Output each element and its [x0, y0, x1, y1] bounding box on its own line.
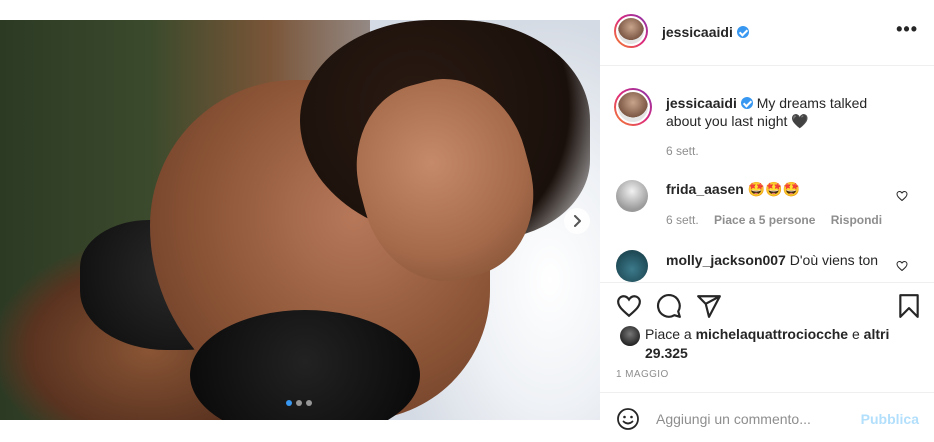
caption-text: jessicaaidi My dreams talked about you l… [666, 94, 906, 130]
action-bar [600, 282, 934, 326]
post-date[interactable]: 1 MAGGIO [616, 369, 669, 380]
add-comment-bar: Pubblica [600, 392, 934, 442]
commenter-avatar[interactable] [616, 180, 648, 212]
comment-text: molly_jackson007 D'où viens ton [666, 251, 906, 269]
comment-likes-count[interactable]: Piace a 5 persone [714, 213, 815, 227]
chevron-right-icon [574, 215, 581, 227]
comment-icon[interactable] [656, 293, 682, 319]
carousel-dot [306, 400, 312, 406]
post-modal: jessicaaidi ••• jessicaaidi My dreams ta… [0, 0, 934, 442]
commenter-avatar[interactable] [616, 250, 648, 282]
author-avatar[interactable] [614, 14, 648, 48]
commenter-username[interactable]: frida_aasen [666, 181, 744, 197]
comment-age[interactable]: 6 sett. [666, 213, 699, 227]
heart-icon[interactable] [616, 293, 642, 319]
carousel-dot [286, 400, 292, 406]
comment-meta: 6 sett. Piace a 5 persone Rispondi [666, 213, 894, 227]
carousel-dot [296, 400, 302, 406]
heart-icon[interactable] [896, 190, 908, 202]
next-photo-button[interactable] [564, 208, 590, 234]
comment-body: 🤩🤩🤩 [747, 181, 801, 197]
bookmark-icon[interactable] [896, 293, 922, 319]
reply-button[interactable]: Rispondi [831, 213, 882, 227]
liker-username[interactable]: michelaquattrociocche [696, 326, 849, 342]
caption-age[interactable]: 6 sett. [666, 144, 699, 158]
likes-prefix: Piace a [645, 326, 692, 342]
post-side-panel: jessicaaidi ••• jessicaaidi My dreams ta… [600, 0, 934, 442]
likes-text: Piace a michelaquattrociocche e altri 29… [645, 325, 895, 363]
likes-conjunction: e [851, 326, 860, 342]
comments-list: jessicaaidi My dreams talked about you l… [600, 66, 934, 282]
post-photo[interactable] [0, 20, 600, 420]
publish-button[interactable]: Pubblica [861, 411, 919, 427]
verified-badge-icon [736, 26, 749, 38]
share-icon[interactable] [696, 293, 722, 319]
emoji-icon[interactable] [616, 407, 640, 431]
post-header: jessicaaidi ••• [600, 0, 934, 66]
comment-body: D'où viens ton [789, 252, 879, 268]
comment-text: frida_aasen 🤩🤩🤩 [666, 180, 906, 198]
caption-username[interactable]: jessicaaidi [666, 95, 737, 111]
liker-avatar[interactable] [620, 326, 640, 346]
heart-icon[interactable] [896, 260, 908, 272]
author-username[interactable]: jessicaaidi [662, 24, 749, 40]
caption-meta: 6 sett. [666, 144, 711, 158]
verified-badge-icon [740, 97, 753, 109]
author-username-text[interactable]: jessicaaidi [662, 24, 733, 40]
more-options-icon[interactable]: ••• [896, 20, 918, 38]
caption-avatar[interactable] [614, 88, 652, 126]
commenter-username[interactable]: molly_jackson007 [666, 252, 786, 268]
carousel-indicator [286, 400, 312, 406]
comment-input[interactable] [656, 407, 856, 431]
caption-emoji: 🖤 [791, 113, 809, 129]
